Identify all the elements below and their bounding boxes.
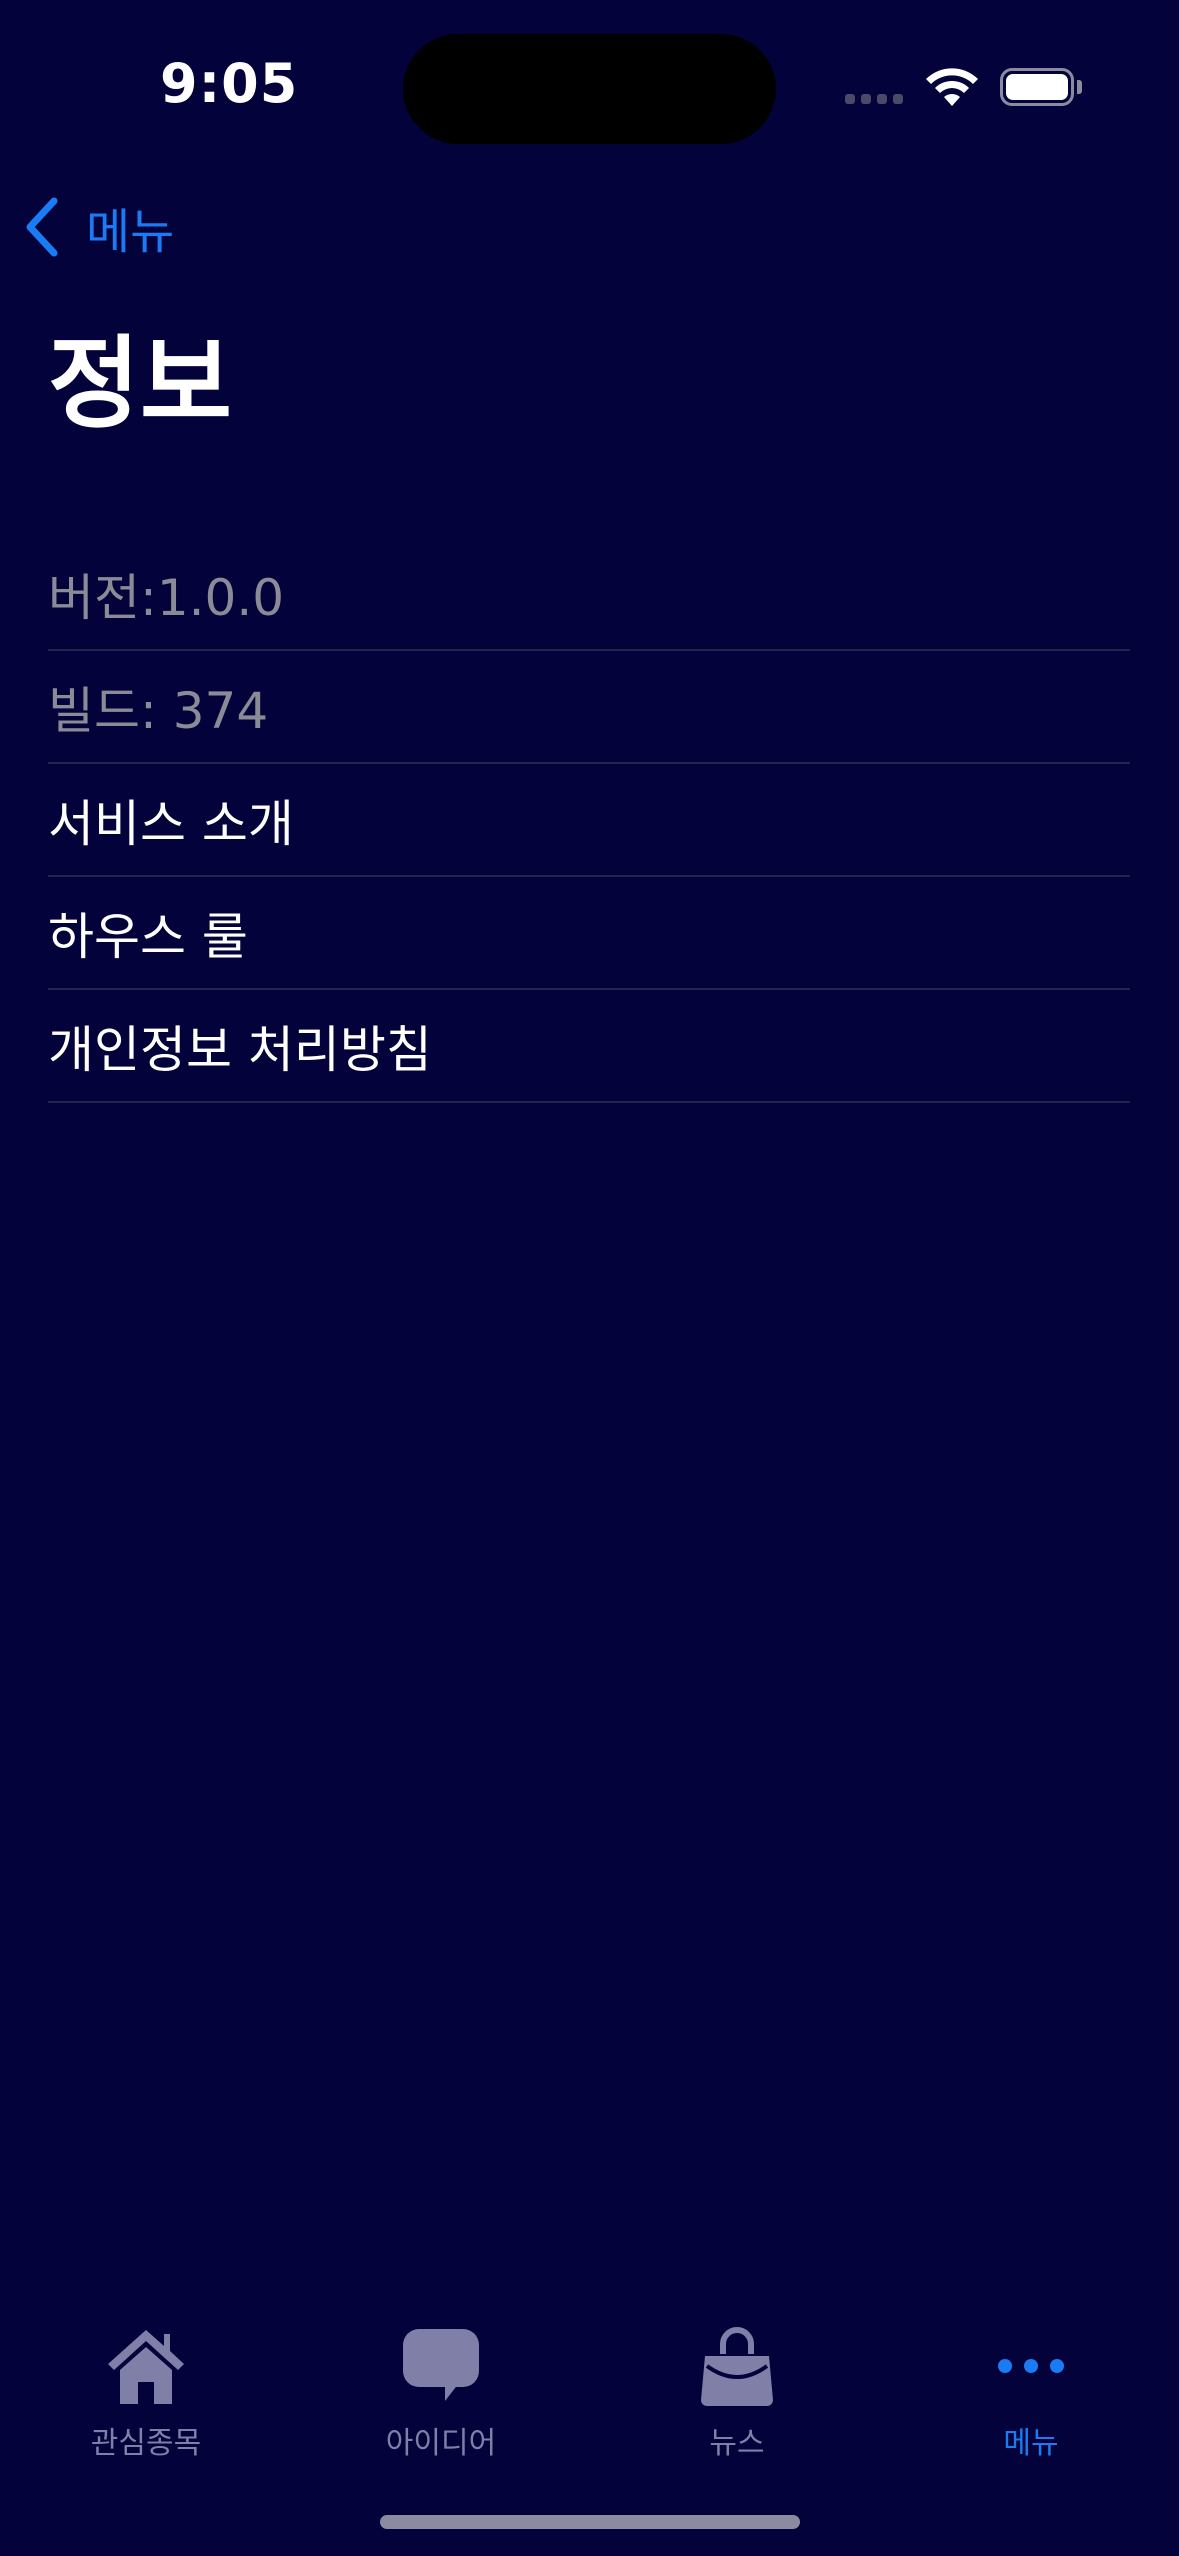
- battery-tip: [1077, 80, 1082, 94]
- tab-watchlist[interactable]: 관심종목: [36, 2322, 256, 2462]
- tab-menu-label: 메뉴: [1003, 2426, 1059, 2461]
- wifi-icon: [926, 68, 978, 106]
- bag-icon: [701, 2327, 773, 2406]
- version-row: 버전:1.0.0: [48, 538, 1130, 651]
- house-rules-row[interactable]: 하우스 룰: [48, 877, 1130, 990]
- battery-icon: [1000, 68, 1074, 106]
- speech-bubble-icon: [403, 2329, 479, 2401]
- cellular-signal-icon: [845, 94, 903, 104]
- chevron-left-icon: [26, 197, 58, 257]
- back-button[interactable]: 메뉴: [22, 192, 174, 262]
- tab-news-label: 뉴스: [709, 2426, 765, 2461]
- tab-ideas[interactable]: 아이디어: [331, 2322, 551, 2462]
- ellipsis-icon: [998, 2359, 1064, 2373]
- status-time: 9:05: [160, 52, 299, 115]
- tab-news[interactable]: 뉴스: [627, 2322, 847, 2462]
- back-label: 메뉴: [86, 204, 175, 260]
- tab-menu[interactable]: 메뉴: [921, 2322, 1141, 2462]
- tab-watchlist-label: 관심종목: [90, 2426, 202, 2461]
- dynamic-island: [403, 34, 776, 144]
- service-intro-row[interactable]: 서비스 소개: [48, 764, 1130, 877]
- home-indicator[interactable]: [380, 2515, 800, 2529]
- screen: 9:05 메뉴 정보 버전:1.0.0 빌드: 374 서비스 소개 하우스 룰…: [0, 0, 1179, 2556]
- tab-ideas-label: 아이디어: [385, 2426, 497, 2461]
- info-list: 버전:1.0.0 빌드: 374 서비스 소개 하우스 룰 개인정보 처리방침: [48, 538, 1130, 1103]
- tab-bar: 관심종목 아이디어 뉴스 메뉴: [0, 2300, 1179, 2480]
- page-title: 정보: [48, 325, 232, 442]
- house-icon: [108, 2330, 184, 2404]
- build-row: 빌드: 374: [48, 651, 1130, 764]
- privacy-policy-row[interactable]: 개인정보 처리방침: [48, 990, 1130, 1103]
